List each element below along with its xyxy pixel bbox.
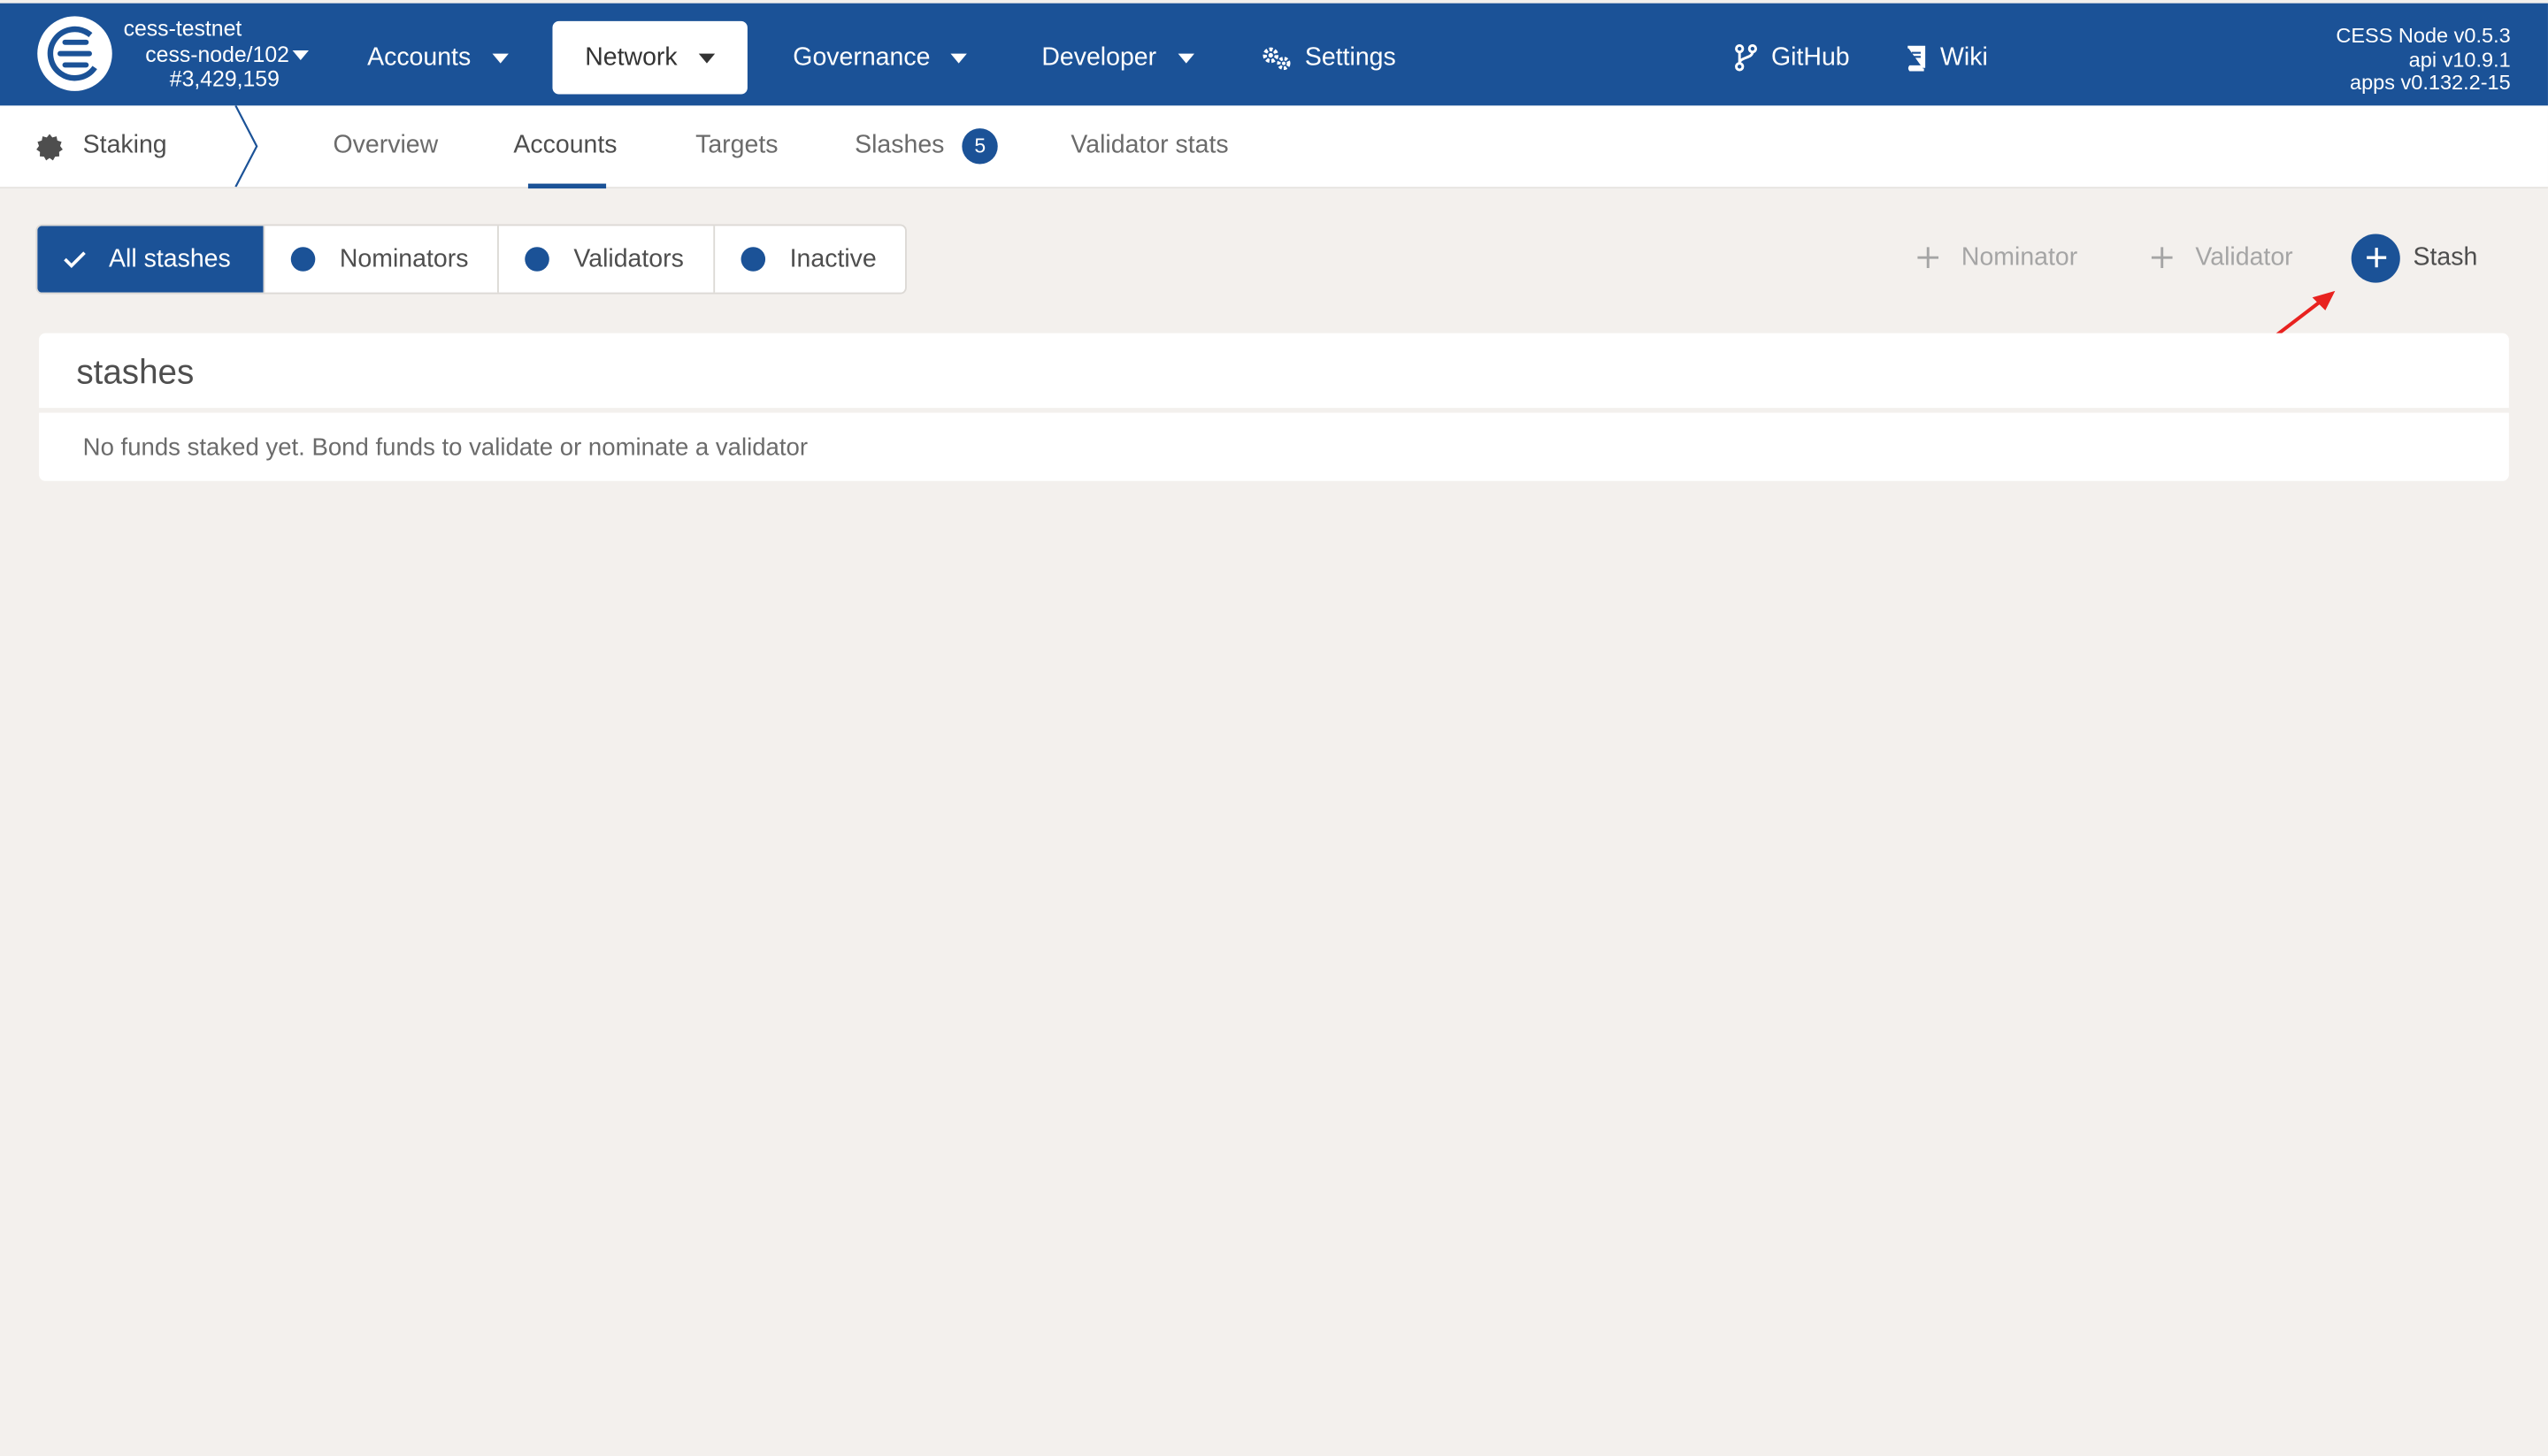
section-title-label: Staking [82, 131, 167, 160]
book-icon [1905, 44, 1928, 71]
tab-overview[interactable]: Overview [334, 105, 439, 187]
toggle-dot-icon [290, 247, 316, 272]
node-name-row: cess-node/102 [124, 42, 318, 66]
code-branch-icon [1734, 43, 1759, 72]
filter-nominators-label: Nominators [339, 244, 469, 272]
apps-version: apps v0.132.2-15 [2350, 69, 2511, 95]
filter-all-stashes[interactable]: All stashes [37, 226, 264, 293]
filter-validators-label: Validators [573, 244, 684, 272]
menu-accounts[interactable]: Accounts [367, 21, 509, 95]
gears-icon [1261, 45, 1292, 71]
tab-accounts[interactable]: Accounts [513, 105, 617, 187]
add-nominator-label: Nominator [1961, 242, 2078, 271]
filter-inactive[interactable]: Inactive [713, 226, 905, 293]
add-nominator-button[interactable]: Nominator [1917, 225, 2077, 291]
node-version: CESS Node v0.5.3 [2336, 22, 2511, 48]
section-title: Staking [35, 105, 167, 187]
chevron-down-icon [951, 52, 968, 63]
version-info: CESS Node v0.5.3 api v10.9.1 apps v0.132… [2336, 22, 2511, 96]
tab-validator-stats-label: Validator stats [1071, 131, 1229, 160]
certificate-icon [35, 133, 63, 160]
plus-circle-icon [2351, 233, 2400, 282]
menu-wiki[interactable]: Wiki [1905, 21, 1988, 95]
chevron-down-icon [1177, 52, 1194, 63]
add-stash-button[interactable]: Stash [2351, 225, 2478, 291]
breadcrumb-separator-icon [234, 105, 258, 188]
tab-slashes[interactable]: Slashes 5 [855, 105, 999, 187]
filter-all-stashes-label: All stashes [109, 244, 231, 272]
chevron-down-icon [292, 50, 309, 60]
tab-accounts-label: Accounts [513, 131, 618, 160]
menu-github[interactable]: GitHub [1734, 21, 1850, 95]
plus-icon [1917, 247, 1939, 269]
chain-name: cess-testnet [123, 16, 242, 41]
menu-governance-label: Governance [793, 42, 931, 71]
menu-github-label: GitHub [1771, 42, 1850, 71]
staking-subnav: Staking Overview Accounts Targets Slashe… [0, 105, 2548, 189]
toggle-dot-icon [741, 247, 766, 272]
toggle-dot-icon [525, 247, 549, 272]
tab-slashes-label: Slashes [855, 131, 945, 160]
menu-wiki-label: Wiki [1940, 42, 1988, 71]
stashes-empty-message: No funds staked yet. Bond funds to valid… [82, 433, 809, 462]
add-stash-label: Stash [2413, 242, 2478, 271]
menu-network[interactable]: Network [552, 20, 748, 95]
filter-validators[interactable]: Validators [497, 226, 713, 293]
menu-developer-label: Developer [1041, 42, 1157, 71]
menu-settings-label: Settings [1304, 42, 1396, 71]
stashes-empty-row: No funds staked yet. Bond funds to valid… [39, 412, 2509, 481]
stashes-table-header: stashes [39, 333, 2509, 409]
block-number: #3,429,159 [169, 66, 280, 91]
top-navigation-bar: cess-testnet cess-node/102 #3,429,159 Ac… [0, 3, 2548, 106]
add-validator-label: Validator [2195, 242, 2293, 271]
menu-settings[interactable]: Settings [1261, 21, 1396, 95]
plus-icon [2151, 247, 2173, 269]
menu-network-label: Network [585, 42, 678, 71]
tab-validator-stats[interactable]: Validator stats [1071, 105, 1228, 187]
tab-targets-label: Targets [695, 131, 779, 160]
slashes-count-badge: 5 [962, 128, 999, 165]
active-tab-indicator [527, 183, 607, 189]
check-icon [64, 250, 87, 268]
menu-governance[interactable]: Governance [793, 21, 968, 95]
filter-nominators[interactable]: Nominators [263, 226, 497, 293]
menu-developer[interactable]: Developer [1041, 21, 1194, 95]
app-root: cess-testnet cess-node/102 #3,429,159 Ac… [0, 0, 2548, 1456]
cess-logo[interactable] [37, 16, 112, 91]
filter-inactive-label: Inactive [789, 244, 877, 272]
tab-targets[interactable]: Targets [695, 105, 778, 187]
node-name: cess-node/102 [145, 41, 289, 66]
stash-filter-toggle: All stashes Nominators Validators Inacti… [35, 224, 907, 295]
tab-overview-label: Overview [333, 131, 439, 160]
stashes-table-title: stashes [76, 354, 195, 392]
chevron-down-icon [492, 52, 509, 63]
add-validator-button[interactable]: Validator [2151, 225, 2293, 291]
menu-accounts-label: Accounts [367, 42, 472, 71]
chain-selector[interactable]: cess-testnet cess-node/102 #3,429,159 [124, 16, 318, 91]
chevron-down-icon [698, 52, 715, 63]
api-version: api v10.9.1 [2408, 46, 2511, 71]
cess-logo-icon [47, 26, 103, 81]
